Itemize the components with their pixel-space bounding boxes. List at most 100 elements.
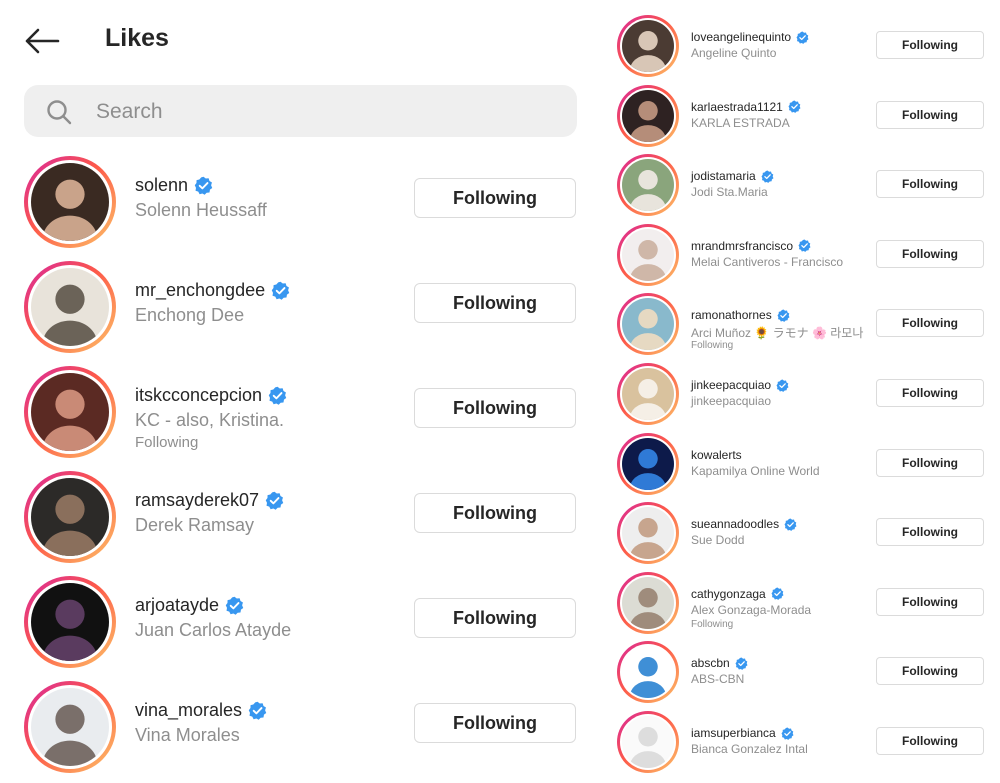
search-bar[interactable] [24, 85, 577, 137]
following-button[interactable]: Following [414, 703, 576, 743]
avatar-image [622, 228, 674, 281]
avatar[interactable] [617, 15, 679, 77]
verified-badge-icon [248, 701, 267, 720]
avatar-image [31, 478, 109, 556]
liked-user-row[interactable]: sueannadoodles Sue Dodd Following [605, 499, 1000, 569]
avatar[interactable] [617, 84, 679, 147]
avatar[interactable] [24, 576, 116, 668]
full-name: Jodi Sta.Maria [691, 185, 768, 200]
avatar[interactable] [617, 711, 679, 773]
following-button[interactable]: Following [876, 100, 984, 129]
username[interactable]: kowalerts [691, 448, 742, 462]
following-button[interactable]: Following [876, 170, 984, 199]
search-input[interactable] [94, 95, 558, 129]
username[interactable]: arjoatayde [135, 595, 244, 616]
following-button[interactable]: Following [414, 598, 576, 638]
liked-user-row[interactable]: iamsuperbianca Bianca Gonzalez Intal Follo… [605, 708, 1000, 778]
following-button[interactable]: Following [876, 518, 984, 547]
avatar[interactable] [24, 471, 116, 563]
avatar[interactable] [24, 681, 116, 773]
following-button[interactable]: Following [876, 657, 984, 686]
avatar[interactable] [617, 502, 679, 565]
following-button[interactable]: Following [876, 448, 984, 477]
username-text[interactable]: abscbn [691, 656, 730, 670]
avatar[interactable] [617, 293, 679, 356]
avatar-image [622, 89, 674, 142]
avatar[interactable] [617, 223, 679, 286]
username-text[interactable]: jinkeepacquiao [691, 378, 771, 392]
liked-user-row[interactable]: karlaestrada1121 KARLA ESTRADA Following [605, 82, 1000, 152]
username[interactable]: jinkeepacquiao [691, 378, 789, 392]
username-text[interactable]: cathygonzaga [691, 587, 766, 601]
username[interactable]: mr_enchongdee [135, 280, 290, 301]
search-icon [47, 100, 72, 125]
username[interactable]: abscbn [691, 656, 748, 670]
username-text[interactable]: sueannadoodles [691, 517, 779, 531]
username-text[interactable]: vina_morales [135, 700, 242, 721]
avatar[interactable] [24, 261, 116, 353]
username-text[interactable]: mr_enchongdee [135, 280, 265, 301]
liked-user-row[interactable]: loveangelinequinto Angeline Quinto Followi… [605, 12, 1000, 82]
username-text[interactable]: solenn [135, 175, 188, 196]
liked-user-row[interactable]: kowalerts Kapamilya Online World Following [605, 430, 1000, 500]
liked-user-row[interactable]: ramsayderek07 Derek Ramsay Following [0, 467, 600, 567]
following-button[interactable]: Following [414, 493, 576, 533]
following-button[interactable]: Following [414, 283, 576, 323]
avatar[interactable] [617, 571, 679, 634]
username[interactable]: iamsuperbianca [691, 726, 794, 740]
username-text[interactable]: karlaestrada1121 [691, 100, 783, 114]
following-button[interactable]: Following [876, 727, 984, 755]
liked-user-row[interactable]: cathygonzaga Alex Gonzaga-Morada Following… [605, 569, 1000, 639]
avatar[interactable] [24, 156, 116, 248]
username-text[interactable]: itskcconcepcion [135, 385, 262, 406]
avatar[interactable] [617, 154, 679, 217]
liked-user-row[interactable]: mrandmrsfrancisco Melai Cantiveros - Fran… [605, 221, 1000, 291]
following-button[interactable]: Following [876, 379, 984, 407]
username[interactable]: itskcconcepcion [135, 385, 287, 406]
username-text[interactable]: ramsayderek07 [135, 490, 259, 511]
following-button[interactable]: Following [414, 388, 576, 428]
username-text[interactable]: iamsuperbianca [691, 726, 776, 740]
following-button[interactable]: Following [414, 178, 576, 218]
username[interactable]: vina_morales [135, 700, 267, 721]
avatar[interactable] [617, 363, 679, 425]
liked-user-row[interactable]: jinkeepacquiao jinkeepacquiao Following [605, 360, 1000, 430]
back-button[interactable] [22, 24, 62, 58]
liked-user-row[interactable]: itskcconcepcion KC - also, Kristina. Follo… [0, 362, 600, 462]
username-text[interactable]: jodistamaria [691, 169, 756, 183]
following-button[interactable]: Following [876, 309, 984, 338]
username[interactable]: karlaestrada1121 [691, 100, 801, 114]
liked-user-row[interactable]: ramonathornes Arci Muñoz 🌻 ラモナ 🌸 라모나 Follo… [605, 290, 1000, 360]
avatar-image [622, 20, 674, 72]
following-button[interactable]: Following [876, 587, 984, 616]
full-name: KC - also, Kristina. [135, 410, 285, 430]
username-text[interactable]: ramonathornes [691, 308, 772, 322]
username[interactable]: loveangelinequinto [691, 30, 809, 44]
username[interactable]: jodistamaria [691, 169, 774, 183]
full-name: Melai Cantiveros - Francisco [691, 254, 844, 269]
avatar[interactable] [617, 432, 679, 495]
username-text[interactable]: kowalerts [691, 448, 742, 462]
username[interactable]: mrandmrsfrancisco [691, 239, 811, 253]
liked-user-row[interactable]: abscbn ABS-CBN Following [605, 638, 1000, 708]
full-name: Arci Muñoz 🌻 ラモナ 🌸 라모나 [691, 326, 864, 341]
username-text[interactable]: arjoatayde [135, 595, 219, 616]
avatar[interactable] [617, 641, 679, 704]
liked-user-row[interactable]: vina_morales Vina Morales Following [0, 677, 600, 777]
full-name: KARLA ESTRADA [691, 115, 790, 130]
username-text[interactable]: loveangelinequinto [691, 30, 791, 44]
username[interactable]: solenn [135, 175, 213, 196]
username[interactable]: sueannadoodles [691, 517, 797, 531]
liked-user-row[interactable]: solenn Solenn Heussaff Following [0, 152, 600, 252]
avatar[interactable] [24, 366, 116, 458]
username[interactable]: ramonathornes [691, 308, 790, 322]
liked-user-row[interactable]: mr_enchongdee Enchong Dee Following [0, 257, 600, 357]
liked-user-row[interactable]: jodistamaria Jodi Sta.Maria Following [605, 151, 1000, 221]
username[interactable]: cathygonzaga [691, 587, 784, 601]
following-button[interactable]: Following [876, 239, 984, 268]
liked-user-row[interactable]: arjoatayde Juan Carlos Atayde Following [0, 572, 600, 672]
username[interactable]: ramsayderek07 [135, 490, 284, 511]
following-button[interactable]: Following [876, 31, 984, 59]
username-text[interactable]: mrandmrsfrancisco [691, 239, 793, 253]
avatar-image [31, 163, 109, 241]
